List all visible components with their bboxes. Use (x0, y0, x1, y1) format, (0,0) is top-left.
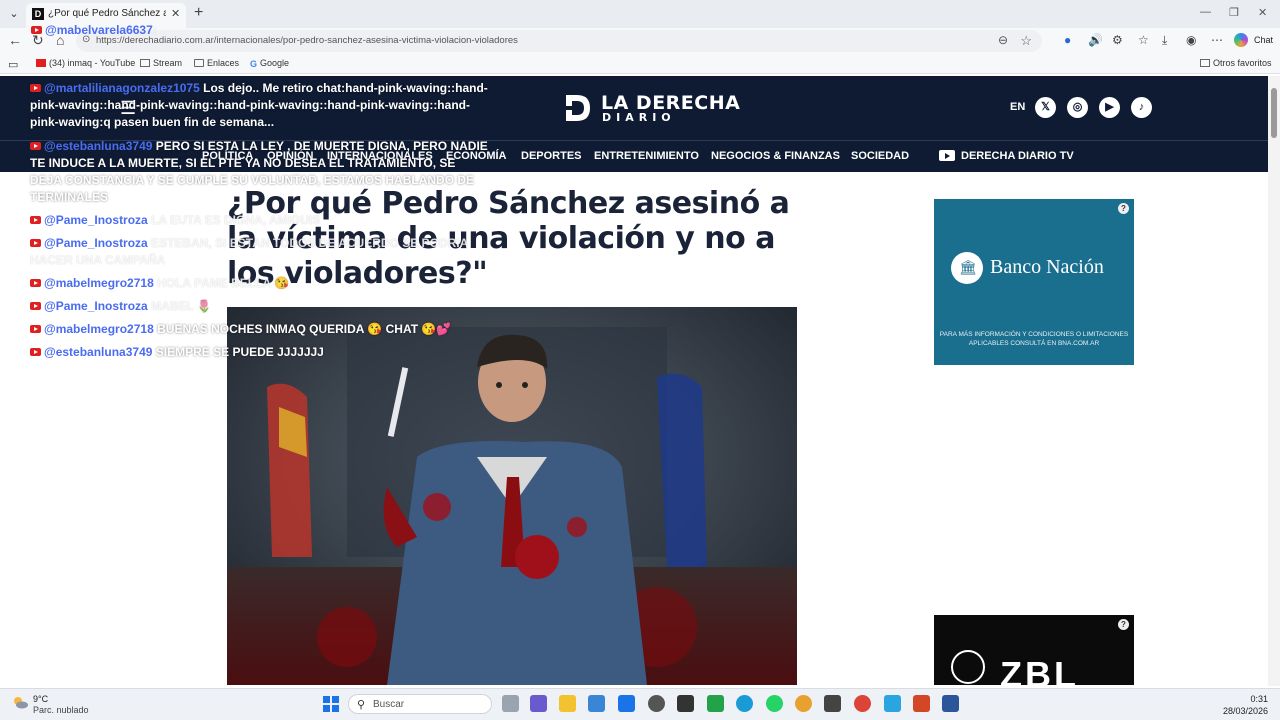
powerpoint-icon[interactable] (913, 695, 930, 712)
chat-message: @Pame_Inostroza ESTEBAN, SI ESTAN TODOS … (30, 236, 468, 267)
youtube-icon (30, 302, 41, 310)
nav-deportes[interactable]: DEPORTES (521, 150, 582, 162)
chrome-icon[interactable] (854, 695, 871, 712)
youtube-icon (30, 239, 41, 247)
tab-title: ¿Por qué Pedro Sánchez asesinó a la víct… (48, 8, 166, 19)
other-favorites[interactable]: Otros favoritos (1200, 58, 1272, 68)
zbl-logo-icon (951, 650, 985, 684)
tiktok-icon[interactable]: ♪ (1131, 97, 1152, 118)
chat-message: @Pame_Inostroza LA EUTA ES DIGNA, AMIGUI… (30, 212, 490, 229)
nav-sociedad[interactable]: SOCIEDAD (851, 150, 909, 162)
browser-icon[interactable] (795, 695, 812, 712)
site-logo-icon[interactable] (563, 93, 593, 123)
folder-icon (1200, 59, 1210, 67)
task-view-icon[interactable] (502, 695, 519, 712)
minimize-icon[interactable]: — (1200, 6, 1211, 18)
system-clock[interactable]: 0:31 28/03/2026 (1223, 693, 1268, 717)
article-hero-image (227, 307, 797, 685)
instagram-icon[interactable]: ◎ (1067, 97, 1088, 118)
scrollbar-thumb[interactable] (1271, 88, 1277, 138)
edge-icon[interactable] (736, 695, 753, 712)
chat-message: @Pame_Inostroza MABEL 🌷 (30, 298, 490, 315)
nav-derecha-diario-tv[interactable]: DERECHA DIARIO TV (961, 150, 1074, 162)
tv-play-icon (939, 150, 955, 161)
youtube-icon (30, 216, 41, 224)
bookmark-stream[interactable]: Stream (140, 58, 182, 68)
chat-message: @mabelvarela6637: (31, 22, 491, 39)
bank-name: Banco Nación (990, 256, 1104, 278)
youtube-icon (31, 26, 42, 34)
downloads-icon[interactable]: ⤓ (1162, 33, 1167, 48)
page-icon (140, 59, 150, 67)
weather-condition[interactable]: Parc. nublado (33, 705, 89, 715)
chat-message: @martalilianagonzalez1075 Los dejo.. Me … (30, 81, 488, 129)
teams-icon[interactable] (530, 695, 547, 712)
tab-actions-icon[interactable]: ⌄ (6, 6, 22, 22)
favorite-star-icon[interactable]: ☆ (1020, 33, 1032, 49)
weather-cloud-icon[interactable] (12, 695, 28, 709)
bookmark-youtube[interactable]: (34) inmaq - YouTube (36, 58, 135, 68)
file-explorer-icon[interactable] (559, 695, 576, 712)
ad-disclaimer: PARA MÁS INFORMACIÓN Y CONDICIONES O LIM… (939, 331, 1129, 347)
favorites-icon[interactable]: ☆ (1138, 33, 1149, 47)
windows-taskbar (0, 688, 1280, 720)
bank-building-icon: 🏛 (951, 252, 983, 284)
taskbar-search[interactable]: ⚲ Buscar (348, 694, 492, 714)
clock-time: 0:31 (1250, 694, 1268, 704)
store-icon[interactable] (588, 695, 605, 712)
app-icon[interactable] (824, 695, 841, 712)
new-tab-button[interactable]: + (194, 4, 203, 22)
close-window-icon[interactable]: ✕ (1258, 6, 1267, 19)
chat-message: @mabelmegro2718 BUENAS NOCHES INMAQ QUER… (30, 321, 490, 338)
ad-info-icon[interactable]: ? (1118, 203, 1129, 214)
search-placeholder: Buscar (373, 699, 405, 710)
bookmarks-toggle-icon[interactable]: ▭ (8, 58, 18, 71)
bookmarks-bar: ▭ (34) inmaq - YouTube Stream Enlaces GG… (0, 54, 1280, 74)
copilot-icon[interactable] (1234, 33, 1248, 47)
x-twitter-icon[interactable]: 𝕏 (1035, 97, 1056, 118)
more-menu-icon[interactable]: ⋯ (1211, 33, 1223, 47)
weather-temp[interactable]: 9°C (33, 694, 48, 704)
app-icon[interactable] (707, 695, 724, 712)
restore-icon[interactable]: ❐ (1229, 6, 1239, 19)
clock-date: 28/03/2026 (1222, 706, 1268, 716)
extensions-puzzle-icon[interactable]: ⚙ (1112, 33, 1123, 47)
ad-info-icon[interactable]: ? (1118, 619, 1129, 630)
app-icon[interactable] (884, 695, 901, 712)
whatsapp-icon[interactable] (766, 695, 783, 712)
logo-subtitle[interactable]: DIARIO (602, 111, 676, 124)
youtube-icon (30, 325, 41, 333)
youtube-icon (30, 84, 41, 92)
word-icon[interactable] (942, 695, 959, 712)
windows-start-icon[interactable] (323, 696, 339, 712)
extension-icon[interactable]: ● (1064, 33, 1071, 47)
youtube-icon (30, 142, 41, 150)
chat-button[interactable]: Chat (1254, 35, 1273, 45)
tab-close-icon[interactable]: ✕ (171, 7, 180, 20)
page-scrollbar[interactable] (1268, 76, 1280, 686)
bookmark-google[interactable]: G Google (250, 58, 289, 69)
site-favicon-icon: D (32, 8, 44, 20)
youtube-icon (30, 348, 41, 356)
google-icon: G (250, 59, 258, 69)
nav-entretenimiento[interactable]: ENTRETENIMIENTO (594, 150, 699, 162)
youtube-icon (36, 59, 46, 67)
chat-message: @mabelmegro2718 HOLA PAME BELLA 😘 (30, 275, 490, 292)
youtube-icon (30, 279, 41, 287)
language-switch[interactable]: EN (1010, 101, 1025, 113)
chat-message: @estebanluna3749 PERO SI ESTA LA LEY , D… (30, 139, 488, 204)
sound-icon[interactable]: 🔊 (1088, 33, 1103, 47)
bookmark-enlaces[interactable]: Enlaces (194, 58, 239, 68)
back-icon[interactable]: ← (8, 32, 22, 48)
youtube-icon[interactable]: ▶ (1099, 97, 1120, 118)
folder-icon (194, 59, 204, 67)
nav-negocios-finanzas[interactable]: NEGOCIOS & FINANZAS (711, 150, 840, 162)
chat-message: @estebanluna3749 SIEMPRE SE PUEDE JJJJJJ… (30, 344, 490, 361)
app-icon[interactable] (677, 695, 694, 712)
mail-icon[interactable] (618, 695, 635, 712)
app-icon[interactable] (648, 695, 665, 712)
reader-icon[interactable]: ⊖ (998, 33, 1008, 47)
profile-avatar-icon[interactable]: ◉ (1186, 33, 1196, 47)
search-icon: ⚲ (357, 699, 366, 711)
